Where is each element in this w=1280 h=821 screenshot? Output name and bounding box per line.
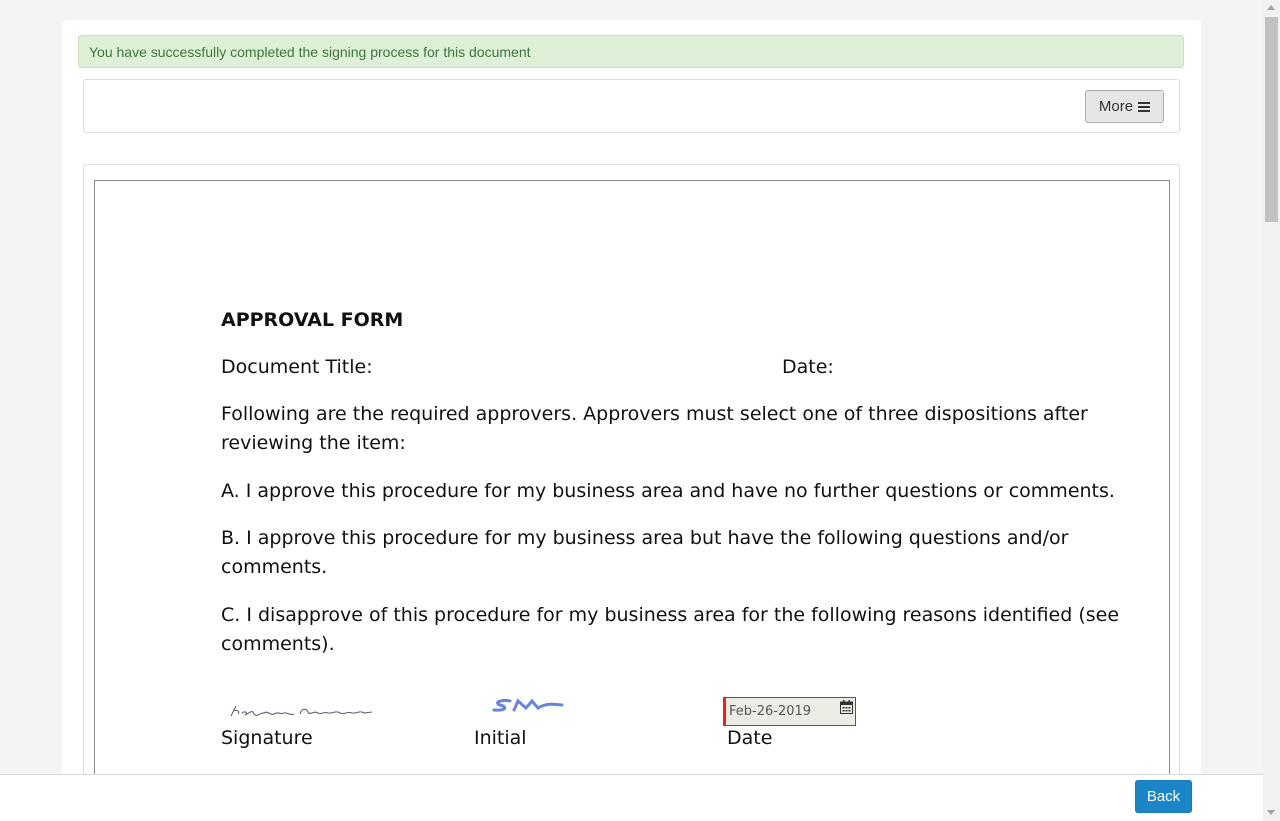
footer-bar: [0, 774, 1263, 821]
option-a: A. I approve this procedure for my busin…: [221, 480, 1115, 502]
hamburger-icon: [1138, 101, 1151, 112]
signature-label: Signature: [221, 727, 313, 749]
document-date-label: Date:: [782, 356, 834, 378]
signature-image: [230, 705, 373, 717]
option-b-line-1: B. I approve this procedure for my busin…: [221, 527, 1069, 549]
intro-line-2: reviewing the item:: [221, 432, 406, 454]
scroll-up-icon[interactable]: [1267, 5, 1275, 10]
option-b-line-2: comments.: [221, 556, 328, 578]
initial-label: Initial: [474, 727, 527, 749]
back-button[interactable]: Back: [1135, 780, 1192, 813]
document-title-label: Document Title:: [221, 356, 373, 378]
option-c-line-2: comments).: [221, 633, 335, 655]
success-alert: You have successfully completed the sign…: [78, 35, 1184, 68]
date-input[interactable]: Feb-26-2019: [723, 697, 856, 726]
form-title: APPROVAL FORM: [221, 309, 404, 331]
date-label: Date: [727, 727, 773, 749]
document-toolbar: More: [83, 79, 1180, 133]
scroll-down-icon[interactable]: [1267, 810, 1275, 815]
more-button[interactable]: More: [1085, 90, 1164, 123]
more-button-label: More: [1098, 98, 1134, 115]
initial-image: [492, 698, 564, 712]
date-input-value: Feb-26-2019: [729, 704, 812, 719]
scroll-thumb[interactable]: [1265, 17, 1278, 222]
option-c-line-1: C. I disapprove of this procedure for my…: [221, 604, 1120, 626]
calendar-icon[interactable]: [840, 700, 853, 714]
intro-line-1: Following are the required approvers. Ap…: [221, 403, 1088, 425]
vertical-scrollbar[interactable]: [1263, 0, 1280, 820]
